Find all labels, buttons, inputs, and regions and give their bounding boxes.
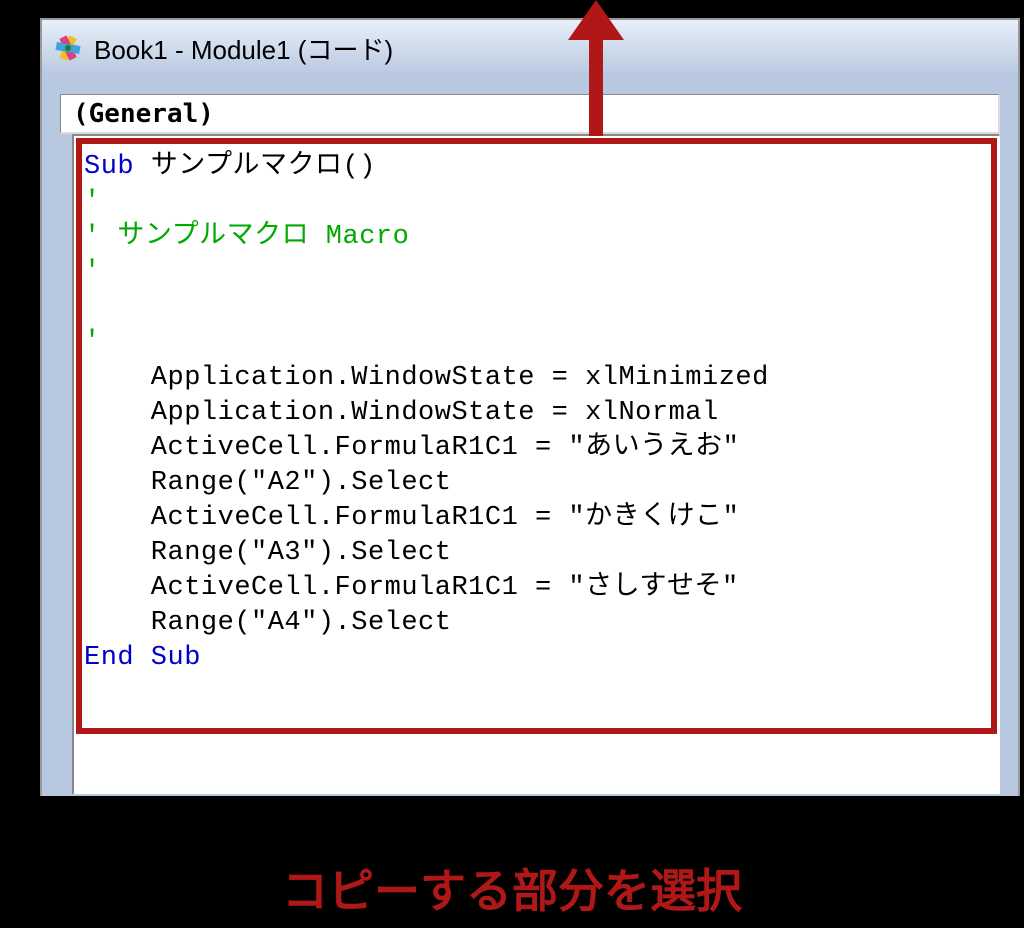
annotation-caption: コピーする部分を選択: [0, 855, 1024, 921]
keyword-sub: Sub: [84, 152, 134, 182]
comment-line: ': [84, 327, 101, 357]
code-line: ActiveCell.FormulaR1C1 = "かきくけこ": [84, 503, 739, 533]
window-title: Book1 - Module1 (コード): [94, 30, 393, 67]
code-window: Book1 - Module1 (コード) (General) Sub サンプル…: [40, 18, 1020, 796]
module-icon: [52, 32, 84, 64]
object-selector-dropdown[interactable]: (General): [60, 94, 1000, 134]
comment-line: ': [84, 187, 101, 217]
code-line: Range("A2").Select: [84, 468, 451, 498]
dropdown-bar: (General): [42, 76, 1018, 134]
annotation-arrow-head: [568, 0, 624, 40]
comment-line: ' サンプルマクロ Macro: [84, 222, 409, 252]
annotation-arrow-stem: [589, 38, 603, 136]
code-sub-name: サンプルマクロ(): [134, 152, 376, 182]
code-line: ActiveCell.FormulaR1C1 = "さしすせそ": [84, 573, 739, 603]
code-line: ActiveCell.FormulaR1C1 = "あいうえお": [84, 433, 739, 463]
title-bar: Book1 - Module1 (コード): [42, 20, 1018, 76]
comment-line: ': [84, 257, 101, 287]
code-line: Application.WindowState = xlNormal: [84, 398, 719, 428]
code-line: Range("A3").Select: [84, 538, 451, 568]
object-selector-value: (General): [73, 99, 214, 129]
code-line: Range("A4").Select: [84, 608, 451, 638]
code-line: Application.WindowState = xlMinimized: [84, 363, 769, 393]
code-editor[interactable]: Sub サンプルマクロ() ' ' サンプルマクロ Macro ' ' Appl…: [72, 134, 1000, 794]
keyword-end-sub: End Sub: [84, 643, 201, 673]
code-content: Sub サンプルマクロ() ' ' サンプルマクロ Macro ' ' Appl…: [84, 150, 989, 676]
